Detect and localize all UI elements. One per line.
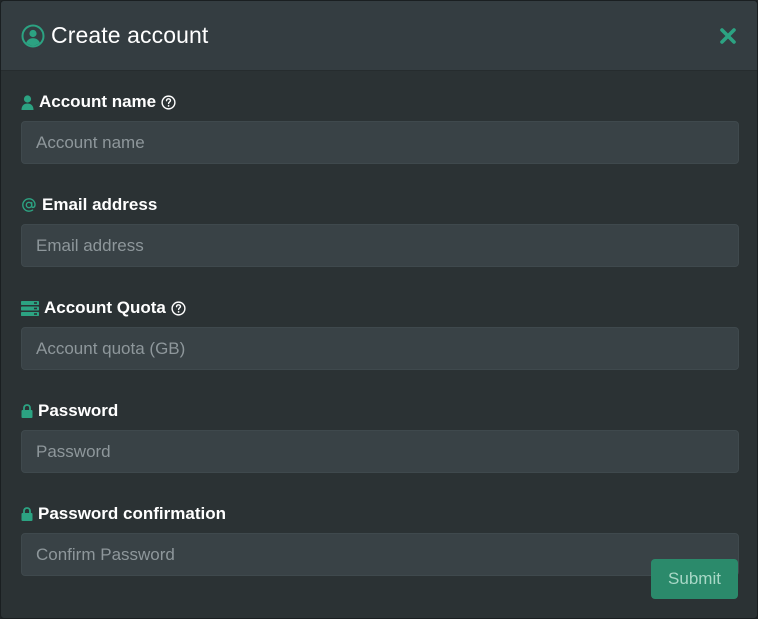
modal-body: Account name Account name Email address … bbox=[1, 71, 757, 576]
account-name-label: Account name bbox=[21, 91, 737, 113]
account-name-input[interactable] bbox=[21, 121, 739, 164]
question-circle-icon[interactable] bbox=[171, 300, 186, 316]
close-icon[interactable] bbox=[717, 25, 739, 47]
lock-icon bbox=[21, 507, 33, 521]
password-confirm-field: Password confirmation bbox=[21, 503, 739, 576]
modal-footer: Submit bbox=[651, 559, 738, 599]
password-label: Password bbox=[21, 400, 737, 422]
user-circle-icon bbox=[21, 24, 45, 48]
password-confirm-label: Password confirmation bbox=[21, 503, 737, 525]
password-confirm-label-text: Password confirmation bbox=[38, 504, 226, 523]
quota-field: Account Quota bbox=[21, 297, 739, 370]
modal-header: Create account bbox=[1, 1, 757, 71]
email-label: Email address bbox=[21, 194, 737, 216]
password-field: Password bbox=[21, 400, 739, 473]
password-label-text: Password bbox=[38, 401, 119, 420]
storage-icon bbox=[21, 300, 39, 316]
quota-input[interactable] bbox=[21, 327, 739, 370]
email-input[interactable] bbox=[21, 224, 739, 267]
modal-title: Create account bbox=[51, 22, 209, 48]
email-label-text: Email address bbox=[42, 195, 158, 214]
password-input[interactable] bbox=[21, 430, 739, 473]
password-confirm-input[interactable] bbox=[21, 533, 739, 576]
account-name-label-text: Account name bbox=[39, 92, 157, 111]
user-icon bbox=[21, 94, 34, 110]
title-wrap: Create account bbox=[21, 22, 208, 49]
quota-label: Account Quota bbox=[21, 297, 737, 319]
lock-icon bbox=[21, 404, 33, 418]
account-name-field: Account name bbox=[21, 91, 739, 164]
submit-button[interactable]: Submit bbox=[651, 559, 738, 599]
email-field: Email address bbox=[21, 194, 739, 267]
quota-label-text: Account Quota bbox=[44, 298, 166, 317]
at-icon bbox=[21, 197, 37, 213]
question-circle-icon[interactable] bbox=[161, 94, 176, 110]
create-account-modal: Create account Account name Account name… bbox=[0, 0, 758, 619]
